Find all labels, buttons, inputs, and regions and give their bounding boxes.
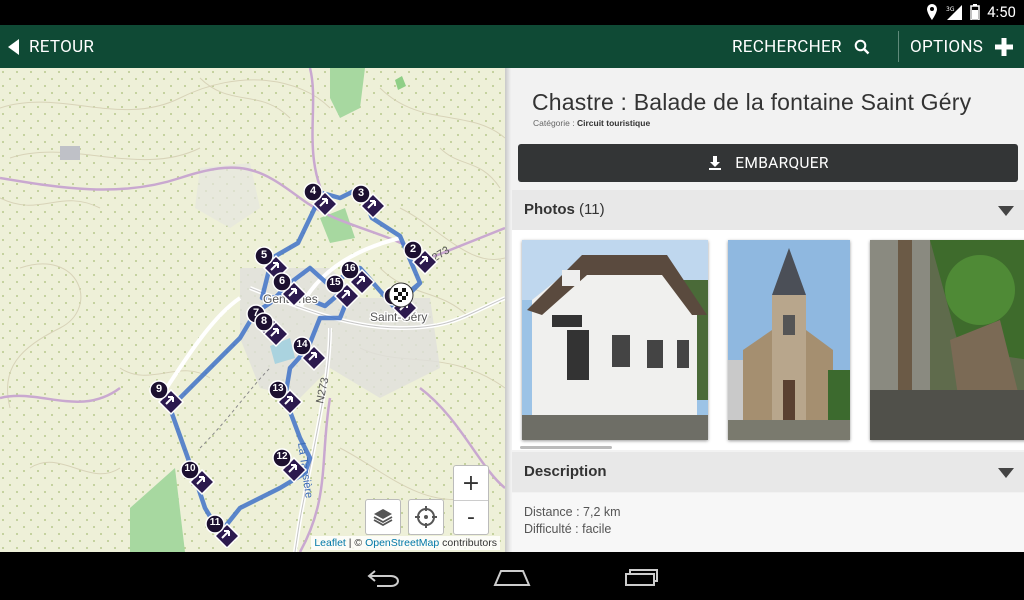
description-body: Distance : 7,2 km Difficulté : facile xyxy=(512,493,1024,552)
crosshair-icon xyxy=(415,506,437,528)
back-button[interactable]: RETOUR xyxy=(8,25,94,68)
photo-church xyxy=(728,240,850,440)
home-nav-button[interactable] xyxy=(492,564,532,590)
back-nav-button[interactable] xyxy=(364,564,404,590)
osm-link[interactable]: OpenStreetMap xyxy=(365,537,439,549)
page-title: Chastre : Balade de la fontaine Saint Gé… xyxy=(532,89,972,115)
appbar-divider xyxy=(898,31,899,62)
svg-text:3G: 3G xyxy=(946,6,955,13)
waypoint-number: 3 xyxy=(357,187,365,199)
waypoint-marker[interactable]: 4 xyxy=(303,182,341,226)
recents-icon xyxy=(625,569,658,586)
waypoint-marker[interactable]: 16 xyxy=(340,260,378,304)
search-icon xyxy=(854,39,870,54)
options-label: OPTIONS xyxy=(910,36,984,57)
embark-button[interactable]: EMBARQUER xyxy=(518,144,1018,182)
photos-count: (11) xyxy=(579,201,605,218)
waypoint-marker[interactable]: 14 xyxy=(292,336,330,380)
photos-label: Photos xyxy=(524,201,575,218)
photo-thumbnail[interactable] xyxy=(728,240,850,440)
waypoint-marker[interactable]: 12 xyxy=(272,448,310,492)
zoom-in-button[interactable]: + xyxy=(454,466,488,500)
checkered-flag-icon[interactable] xyxy=(388,282,414,308)
embark-label: EMBARQUER xyxy=(735,154,829,172)
photo-thumbnail[interactable] xyxy=(870,240,1024,440)
photo-gallery[interactable] xyxy=(512,230,1024,450)
back-label: RETOUR xyxy=(29,36,95,57)
search-button[interactable]: RECHERCHER xyxy=(732,25,870,68)
home-icon xyxy=(493,570,531,586)
layers-icon xyxy=(373,509,393,527)
waypoint-marker[interactable]: 11 xyxy=(205,514,243,552)
waypoint-number: 4 xyxy=(309,185,317,197)
leaflet-link[interactable]: Leaflet xyxy=(314,537,346,549)
distance-text: Distance : 7,2 km xyxy=(524,505,621,519)
battery-icon xyxy=(970,4,980,20)
difficulty-text: Difficulté : facile xyxy=(524,522,612,536)
waypoint-number: 13 xyxy=(272,383,284,394)
waypoint-number: 9 xyxy=(155,383,163,395)
back-arrow-icon xyxy=(8,38,19,55)
waypoint-marker[interactable]: 3 xyxy=(351,184,389,228)
waypoint-marker[interactable]: 10 xyxy=(180,460,218,504)
map-attribution: Leaflet | © OpenStreetMap contributors xyxy=(311,536,500,550)
system-nav-bar xyxy=(0,552,1024,600)
category-value: Circuit touristique xyxy=(576,118,651,128)
options-button[interactable]: OPTIONS xyxy=(910,25,1014,68)
photo-path xyxy=(870,240,1024,440)
app-bar: RETOUR RECHERCHER OPTIONS xyxy=(0,25,1024,68)
waypoint-number: 6 xyxy=(278,275,286,287)
search-label: RECHERCHER xyxy=(732,36,842,57)
layers-button[interactable] xyxy=(365,499,401,535)
waypoint-marker[interactable]: 13 xyxy=(268,380,306,424)
waypoint-number: 10 xyxy=(184,463,196,474)
zoom-out-button[interactable]: - xyxy=(454,500,488,534)
caret-down-icon xyxy=(998,206,1014,216)
download-icon xyxy=(709,156,722,170)
waypoint-marker[interactable]: 2 xyxy=(403,240,441,284)
clock: 4:50 xyxy=(987,3,1016,21)
map-view[interactable]: Gentinnes Saint-Géry N273 N273 La Tassiè… xyxy=(0,68,505,552)
status-bar: 3G 4:50 xyxy=(0,0,1024,25)
zoom-control: + - xyxy=(453,465,489,535)
recents-nav-button[interactable] xyxy=(620,564,660,590)
photo-thumbnail[interactable] xyxy=(522,240,708,440)
detail-panel: Chastre : Balade de la fontaine Saint Gé… xyxy=(505,68,1024,552)
waypoint-number: 11 xyxy=(209,517,221,528)
waypoint-number: 5 xyxy=(260,249,268,261)
category: Catégorie : Circuit touristique xyxy=(533,118,651,128)
description-section-header[interactable]: Description xyxy=(512,452,1024,492)
signal-icon: 3G xyxy=(946,5,963,20)
waypoint-number: 2 xyxy=(409,243,417,255)
waypoint-number: 8 xyxy=(260,315,268,327)
description-label: Description xyxy=(524,463,607,480)
locate-button[interactable] xyxy=(408,499,444,535)
photo-house xyxy=(522,240,708,440)
photos-section-header[interactable]: Photos (11) xyxy=(512,190,1024,230)
caret-down-icon xyxy=(998,468,1014,478)
gallery-scrollbar[interactable] xyxy=(520,446,612,449)
location-icon xyxy=(927,4,938,20)
waypoint-number: 12 xyxy=(276,451,288,462)
back-nav-icon xyxy=(367,570,399,587)
waypoint-number: 16 xyxy=(344,263,356,274)
waypoint-marker[interactable]: 8 xyxy=(254,312,292,356)
waypoint-number: 14 xyxy=(296,339,308,350)
plus-icon xyxy=(995,37,1014,56)
waypoint-marker[interactable]: 9 xyxy=(149,380,187,424)
